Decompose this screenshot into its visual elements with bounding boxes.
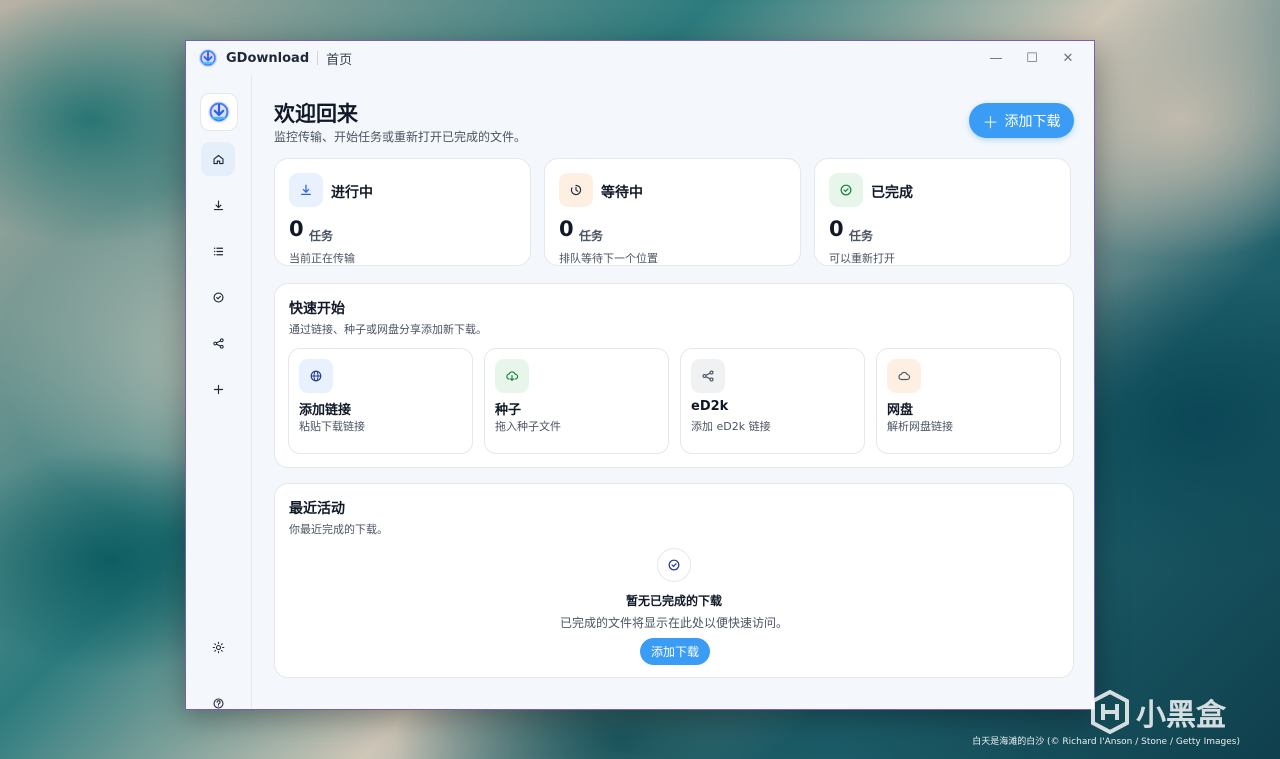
stat-count: 0 — [289, 217, 304, 241]
quick-start-cloud-drive[interactable]: 网盘 解析网盘链接 — [876, 348, 1061, 454]
app-window: GDownload 首页 — ☐ ✕ 欢迎回来 监控传输、开始任务或重新打开已完… — [185, 40, 1095, 710]
qs-icon-box — [299, 359, 333, 393]
share-icon — [212, 337, 224, 349]
plus-icon — [213, 384, 223, 394]
download-icon — [213, 199, 223, 210]
page-title: 欢迎回来 — [274, 102, 358, 126]
qs-icon-box — [691, 359, 725, 393]
globe-icon — [310, 370, 322, 382]
stat-title: 已完成 — [871, 185, 913, 201]
clock-icon — [570, 184, 582, 196]
quick-start-ed2k[interactable]: eD2k 添加 eD2k 链接 — [680, 348, 865, 454]
theme-toggle-button[interactable] — [201, 630, 235, 664]
stat-icon-box — [289, 173, 323, 207]
sidebar-item-home[interactable] — [201, 142, 235, 176]
stat-desc: 可以重新打开 — [829, 252, 895, 265]
sidebar-item-add[interactable] — [201, 372, 235, 406]
close-button[interactable]: ✕ — [1050, 41, 1086, 75]
maximize-button[interactable]: ☐ — [1014, 41, 1050, 75]
app-logo-icon — [199, 49, 217, 67]
sidebar-item-queue[interactable] — [201, 234, 235, 268]
xiaoheihe-logo-icon — [1091, 690, 1129, 734]
check-circle-icon — [840, 184, 852, 196]
title-bar[interactable]: GDownload 首页 — ☐ ✕ — [186, 41, 1094, 75]
app-logo-icon — [208, 101, 230, 123]
minimize-button[interactable]: — — [978, 41, 1014, 75]
list-icon — [213, 247, 223, 255]
empty-state-icon-box — [657, 548, 691, 582]
home-icon — [212, 154, 224, 164]
qs-title: 添加链接 — [299, 403, 352, 418]
stat-unit: 任务 — [849, 229, 874, 243]
quick-start-panel: 快速开始 通过链接、种子或网盘分享添加新下载。 添加链接 粘贴下载链接 种子 拖… — [274, 283, 1074, 468]
check-circle-icon — [668, 559, 680, 571]
qs-desc: 添加 eD2k 链接 — [691, 420, 771, 433]
window-controls: — ☐ ✕ — [978, 41, 1086, 75]
recent-subtitle: 你最近完成的下载。 — [289, 523, 388, 536]
app-name: GDownload — [226, 50, 310, 66]
help-circle-icon — [213, 698, 223, 708]
stat-unit: 任务 — [579, 229, 604, 243]
qs-title: eD2k — [691, 399, 729, 414]
cloud-download-icon — [506, 371, 519, 382]
sidebar — [186, 75, 252, 709]
wallpaper-credit: 白天是海滩的白沙 (© Richard I'Anson / Stone / Ge… — [972, 737, 1240, 747]
stat-icon-box — [559, 173, 593, 207]
sidebar-logo — [200, 93, 238, 131]
quick-start-title: 快速开始 — [289, 301, 345, 317]
cloud-icon — [898, 371, 911, 381]
qs-title: 种子 — [495, 403, 522, 418]
plus-icon: ＋ — [982, 112, 999, 132]
check-circle-icon — [212, 291, 224, 303]
sidebar-item-completed[interactable] — [201, 280, 235, 314]
stat-card-completed: 已完成 0 任务 可以重新打开 — [814, 158, 1071, 266]
watermark-brand: 小黑盒 — [1136, 698, 1226, 733]
stat-card-waiting: 等待中 0 任务 排队等待下一个位置 — [544, 158, 801, 266]
stat-title: 等待中 — [601, 185, 643, 201]
stat-title: 进行中 — [331, 185, 373, 201]
qs-title: 网盘 — [887, 403, 914, 418]
quick-start-subtitle: 通过链接、种子或网盘分享添加新下载。 — [289, 323, 487, 336]
sun-icon — [212, 641, 224, 653]
quick-start-torrent[interactable]: 种子 拖入种子文件 — [484, 348, 669, 454]
stat-unit: 任务 — [309, 229, 334, 243]
add-download-button[interactable]: ＋ 添加下载 — [969, 103, 1074, 138]
add-download-label: 添加下载 — [1004, 113, 1061, 130]
share-icon — [702, 370, 714, 382]
empty-state-desc: 已完成的文件将显示在此处以便快速访问。 — [559, 616, 788, 630]
qs-icon-box — [495, 359, 529, 393]
quick-start-add-link[interactable]: 添加链接 粘贴下载链接 — [288, 348, 473, 454]
qs-desc: 粘贴下载链接 — [299, 420, 365, 433]
recent-activity-panel: 最近活动 你最近完成的下载。 暂无已完成的下载 已完成的文件将显示在此处以便快速… — [274, 483, 1074, 678]
page-subtitle: 监控传输、开始任务或重新打开已完成的文件。 — [274, 130, 527, 144]
qs-desc: 解析网盘链接 — [887, 420, 953, 433]
stat-desc: 当前正在传输 — [289, 252, 355, 265]
sidebar-item-downloads[interactable] — [201, 188, 235, 222]
recent-title: 最近活动 — [289, 501, 345, 517]
stat-card-active: 进行中 0 任务 当前正在传输 — [274, 158, 531, 266]
watermark-logo: 小黑盒 — [1090, 690, 1226, 734]
help-button[interactable] — [201, 686, 235, 720]
main-content: 欢迎回来 监控传输、开始任务或重新打开已完成的文件。 ＋ 添加下载 进行中 0 … — [251, 75, 1094, 709]
qs-desc: 拖入种子文件 — [495, 420, 561, 433]
qs-icon-box — [887, 359, 921, 393]
sidebar-item-share[interactable] — [201, 326, 235, 360]
empty-state-title: 暂无已完成的下载 — [625, 594, 722, 608]
empty-add-download-button[interactable]: 添加下载 — [640, 638, 710, 665]
download-icon — [301, 184, 311, 195]
breadcrumb: 首页 — [326, 52, 353, 68]
stat-icon-box — [829, 173, 863, 207]
stat-count: 0 — [559, 217, 574, 241]
stat-count: 0 — [829, 217, 844, 241]
stat-desc: 排队等待下一个位置 — [559, 252, 658, 265]
title-separator — [317, 51, 319, 65]
